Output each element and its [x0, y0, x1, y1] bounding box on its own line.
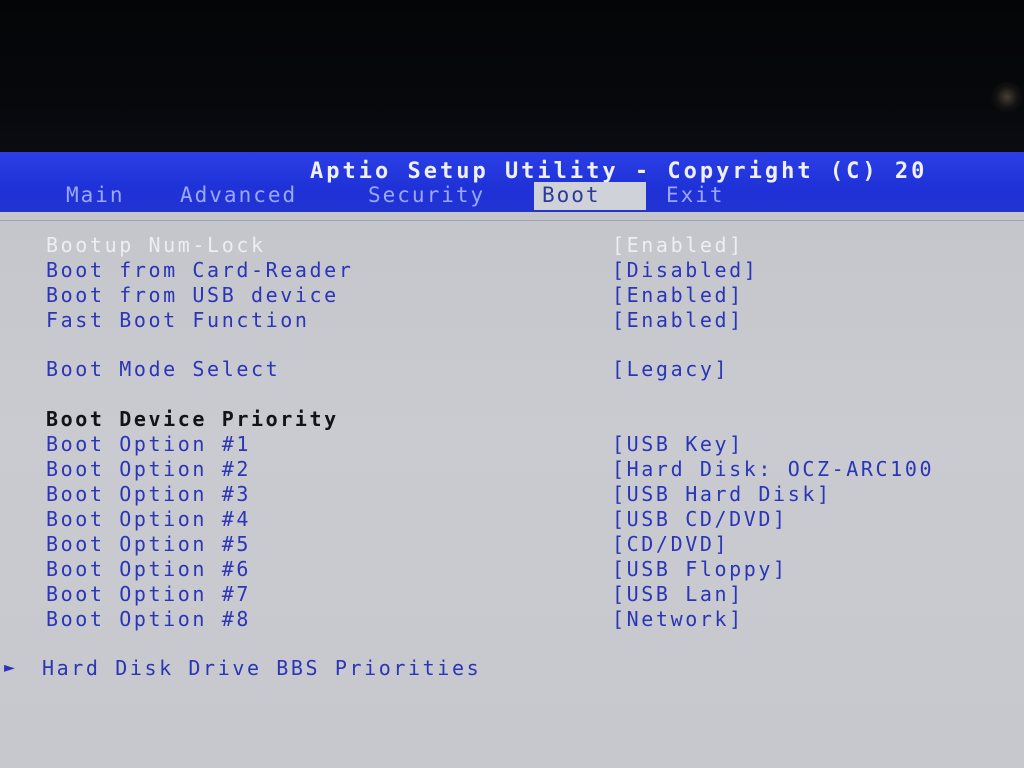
- tab-bar: Main Advanced Security Boot Exit: [0, 182, 1024, 210]
- boot-option-2[interactable]: Boot Option #2 [Hard Disk: OCZ-ARC100: [0, 457, 1024, 482]
- header-bar: Aptio Setup Utility - Copyright (C) 20 M…: [0, 152, 1024, 210]
- submenu-label: Hard Disk Drive BBS Priorities: [42, 656, 482, 680]
- setting-value: [Disabled]: [612, 258, 759, 282]
- option-label: Boot Option #7: [46, 582, 251, 606]
- option-value: [USB Key]: [612, 432, 744, 456]
- tab-main[interactable]: Main: [58, 182, 133, 210]
- bios-screen: Aptio Setup Utility - Copyright (C) 20 M…: [0, 152, 1024, 768]
- setting-value: [Enabled]: [612, 308, 744, 332]
- tab-exit[interactable]: Exit: [658, 182, 733, 210]
- monitor-bezel-background: [0, 0, 1024, 152]
- option-value: [USB Floppy]: [612, 557, 788, 581]
- tab-advanced[interactable]: Advanced: [172, 182, 305, 210]
- option-label: Boot Option #5: [46, 532, 251, 556]
- light-reflection: [990, 82, 1024, 112]
- setting-boot-usb-device[interactable]: Boot from USB device [Enabled]: [0, 283, 1024, 308]
- boot-option-4[interactable]: Boot Option #4 [USB CD/DVD]: [0, 507, 1024, 532]
- boot-priority-heading: Boot Device Priority: [0, 407, 1024, 432]
- setting-bootup-numlock[interactable]: Bootup Num-Lock [Enabled]: [0, 233, 1024, 258]
- option-label: Boot Option #2: [46, 457, 251, 481]
- boot-option-3[interactable]: Boot Option #3 [USB Hard Disk]: [0, 482, 1024, 507]
- submenu-hdd-bbs-priorities[interactable]: ► Hard Disk Drive BBS Priorities: [0, 656, 1024, 681]
- setting-label: Fast Boot Function: [46, 308, 310, 332]
- option-label: Boot Option #8: [46, 607, 251, 631]
- setting-label: Boot from USB device: [46, 283, 339, 307]
- setting-boot-card-reader[interactable]: Boot from Card-Reader [Disabled]: [0, 258, 1024, 283]
- option-value: [USB Lan]: [612, 582, 744, 606]
- boot-option-6[interactable]: Boot Option #6 [USB Floppy]: [0, 557, 1024, 582]
- setting-boot-mode[interactable]: Boot Mode Select [Legacy]: [0, 357, 1024, 382]
- setting-label: Boot Mode Select: [46, 357, 281, 381]
- tab-boot[interactable]: Boot: [534, 182, 646, 210]
- option-label: Boot Option #6: [46, 557, 251, 581]
- option-label: Boot Option #3: [46, 482, 251, 506]
- boot-option-1[interactable]: Boot Option #1 [USB Key]: [0, 432, 1024, 457]
- triangle-right-icon: ►: [4, 657, 18, 678]
- setting-label: Boot from Card-Reader: [46, 258, 354, 282]
- setting-label: Bootup Num-Lock: [46, 233, 266, 257]
- setting-value: [Enabled]: [612, 233, 744, 257]
- setting-value: [Enabled]: [612, 283, 744, 307]
- option-value: [USB CD/DVD]: [612, 507, 788, 531]
- settings-panel: Bootup Num-Lock [Enabled] Boot from Card…: [0, 210, 1024, 768]
- option-value: [Network]: [612, 607, 744, 631]
- option-label: Boot Option #1: [46, 432, 251, 456]
- boot-option-8[interactable]: Boot Option #8 [Network]: [0, 607, 1024, 632]
- boot-option-5[interactable]: Boot Option #5 [CD/DVD]: [0, 532, 1024, 557]
- top-divider: [0, 220, 1024, 221]
- option-value: [CD/DVD]: [612, 532, 730, 556]
- option-value: [USB Hard Disk]: [612, 482, 832, 506]
- boot-option-7[interactable]: Boot Option #7 [USB Lan]: [0, 582, 1024, 607]
- setting-fast-boot[interactable]: Fast Boot Function [Enabled]: [0, 308, 1024, 333]
- option-value: [Hard Disk: OCZ-ARC100: [612, 457, 935, 481]
- section-heading: Boot Device Priority: [46, 407, 339, 431]
- option-label: Boot Option #4: [46, 507, 251, 531]
- tab-security[interactable]: Security: [360, 182, 493, 210]
- setting-value: [Legacy]: [612, 357, 730, 381]
